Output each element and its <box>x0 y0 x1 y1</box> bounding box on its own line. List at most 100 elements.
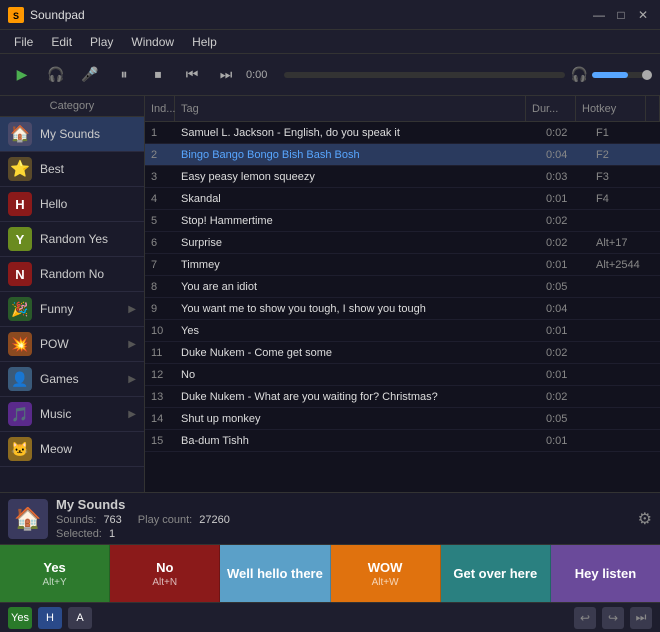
sidebar-item-random-no[interactable]: N Random No <box>0 257 144 292</box>
cell-duration: 0:01 <box>540 259 590 271</box>
sidebar-item-funny[interactable]: 🎉 Funny ▶ <box>0 292 144 327</box>
status-meta-2: Selected: 1 <box>56 528 630 540</box>
play-button[interactable]: ▶ <box>8 61 36 89</box>
quick-button-no[interactable]: NoAlt+N <box>110 545 220 602</box>
table-row[interactable]: 15 Ba-dum Tishh 0:01 <box>145 430 660 452</box>
table-row[interactable]: 4 Skandal 0:01 F4 <box>145 188 660 210</box>
sounds-value: 763 <box>103 514 121 526</box>
nav-back-button[interactable]: ↩ <box>574 607 596 629</box>
settings-gear-icon[interactable]: ⚙ <box>638 509 652 529</box>
sidebar-label-random-no: Random No <box>40 267 104 281</box>
nav-forward-button[interactable]: ↪ <box>602 607 624 629</box>
prev-button[interactable]: ⏮ <box>178 61 206 89</box>
sidebar-item-random-yes[interactable]: Y Random Yes <box>0 222 144 257</box>
sounds-label: Sounds: 763 <box>56 514 122 526</box>
progress-bar[interactable] <box>284 72 565 78</box>
maximize-button[interactable]: □ <box>612 6 630 24</box>
table-row[interactable]: 9 You want me to show you tough, I show … <box>145 298 660 320</box>
time-display: 0:00 <box>246 69 278 81</box>
table-row[interactable]: 8 You are an idiot 0:05 <box>145 276 660 298</box>
cell-tag: Duke Nukem - What are you waiting for? C… <box>175 391 540 403</box>
menu-edit[interactable]: Edit <box>43 33 80 51</box>
next-button[interactable]: ⏭ <box>212 61 240 89</box>
sidebar-label-meow: Meow <box>40 442 72 456</box>
selected-value: 1 <box>109 528 115 540</box>
yes-shortcut-button[interactable]: Yes <box>8 607 32 629</box>
volume-control: 🎧 <box>571 66 652 83</box>
cell-index: 14 <box>145 413 175 425</box>
table-row[interactable]: 14 Shut up monkey 0:05 <box>145 408 660 430</box>
cell-tag: Bingo Bango Bongo Bish Bash Bosh <box>175 149 540 161</box>
menu-file[interactable]: File <box>6 33 41 51</box>
mic-button[interactable]: 🎤 <box>76 61 104 89</box>
toolbar: ▶ 🎧 🎤 ⏸ ⏹ ⏮ ⏭ 0:00 🎧 <box>0 54 660 96</box>
sidebar-item-pow[interactable]: 💥 POW ▶ <box>0 327 144 362</box>
status-info: My Sounds Sounds: 763 Play count: 27260 … <box>56 497 630 540</box>
table-row[interactable]: 2 Bingo Bango Bongo Bish Bash Bosh 0:04 … <box>145 144 660 166</box>
sidebar-item-my-sounds[interactable]: 🏠 My Sounds <box>0 117 144 152</box>
cell-duration: 0:04 <box>540 149 590 161</box>
table-row[interactable]: 1 Samuel L. Jackson - English, do you sp… <box>145 122 660 144</box>
table-row[interactable]: 10 Yes 0:01 <box>145 320 660 342</box>
menu-play[interactable]: Play <box>82 33 121 51</box>
sidebar-label-music: Music <box>40 407 71 421</box>
cell-duration: 0:01 <box>540 435 590 447</box>
table-row[interactable]: 12 No 0:01 <box>145 364 660 386</box>
table-row[interactable]: 7 Timmey 0:01 Alt+2544 <box>145 254 660 276</box>
col-header-hotkey[interactable]: Hotkey <box>576 96 646 121</box>
games-icon: 👤 <box>8 367 32 391</box>
cell-index: 8 <box>145 281 175 293</box>
col-header-tag[interactable]: Tag <box>175 96 526 121</box>
volume-slider[interactable] <box>592 72 652 78</box>
col-header-duration[interactable]: Dur... <box>526 96 576 121</box>
play-count-label: Play count: 27260 <box>138 514 230 526</box>
cell-tag: Yes <box>175 325 540 337</box>
table-row[interactable]: 3 Easy peasy lemon squeezy 0:03 F3 <box>145 166 660 188</box>
a-shortcut-button[interactable]: A <box>68 607 92 629</box>
status-home-icon: 🏠 <box>8 499 48 539</box>
selected-label: Selected: 1 <box>56 528 115 540</box>
h-shortcut-button[interactable]: H <box>38 607 62 629</box>
menu-window[interactable]: Window <box>123 33 182 51</box>
headphone-button[interactable]: 🎧 <box>42 61 70 89</box>
cell-duration: 0:05 <box>540 413 590 425</box>
minimize-button[interactable]: — <box>590 6 608 24</box>
title-bar: S Soundpad — □ ✕ <box>0 0 660 30</box>
cell-index: 5 <box>145 215 175 227</box>
app-title: Soundpad <box>30 8 584 22</box>
quick-buttons: YesAlt+YNoAlt+NWell hello thereWOWAlt+WG… <box>0 544 660 602</box>
sidebar-item-music[interactable]: 🎵 Music ▶ <box>0 397 144 432</box>
menu-help[interactable]: Help <box>184 33 225 51</box>
cell-hotkey: F2 <box>590 149 660 161</box>
table-row[interactable]: 5 Stop! Hammertime 0:02 <box>145 210 660 232</box>
cell-duration: 0:04 <box>540 303 590 315</box>
table-row[interactable]: 6 Surprise 0:02 Alt+17 <box>145 232 660 254</box>
quick-button-yes[interactable]: YesAlt+Y <box>0 545 110 602</box>
close-button[interactable]: ✕ <box>634 6 652 24</box>
sidebar-item-meow[interactable]: 🐱 Meow <box>0 432 144 467</box>
funny-icon: 🎉 <box>8 297 32 321</box>
sidebar-label-random-yes: Random Yes <box>40 232 108 246</box>
table-row[interactable]: 13 Duke Nukem - What are you waiting for… <box>145 386 660 408</box>
quick-button-get-over-here[interactable]: Get over here <box>441 545 551 602</box>
col-header-index[interactable]: Ind... <box>145 96 175 121</box>
cell-index: 13 <box>145 391 175 403</box>
sidebar-item-best[interactable]: ⭐ Best <box>0 152 144 187</box>
play-count-value: 27260 <box>199 514 230 526</box>
main-area: Category 🏠 My Sounds ⭐ Best H Hello Y Ra… <box>0 96 660 492</box>
sidebar: Category 🏠 My Sounds ⭐ Best H Hello Y Ra… <box>0 96 145 492</box>
quick-button-wow[interactable]: WOWAlt+W <box>331 545 441 602</box>
cell-tag: You want me to show you tough, I show yo… <box>175 303 540 315</box>
nav-next-button[interactable]: ⏭ <box>630 607 652 629</box>
table-row[interactable]: 11 Duke Nukem - Come get some 0:02 <box>145 342 660 364</box>
meow-icon: 🐱 <box>8 437 32 461</box>
cell-duration: 0:02 <box>540 347 590 359</box>
bottom-bar: Yes H A ↩ ↪ ⏭ <box>0 602 660 632</box>
stop-button[interactable]: ⏹ <box>144 61 172 89</box>
cell-index: 6 <box>145 237 175 249</box>
sidebar-item-games[interactable]: 👤 Games ▶ <box>0 362 144 397</box>
quick-button-hey-listen[interactable]: Hey listen <box>551 545 660 602</box>
sidebar-item-hello[interactable]: H Hello <box>0 187 144 222</box>
pause-button[interactable]: ⏸ <box>110 61 138 89</box>
quick-button-well-hello-there[interactable]: Well hello there <box>220 545 330 602</box>
